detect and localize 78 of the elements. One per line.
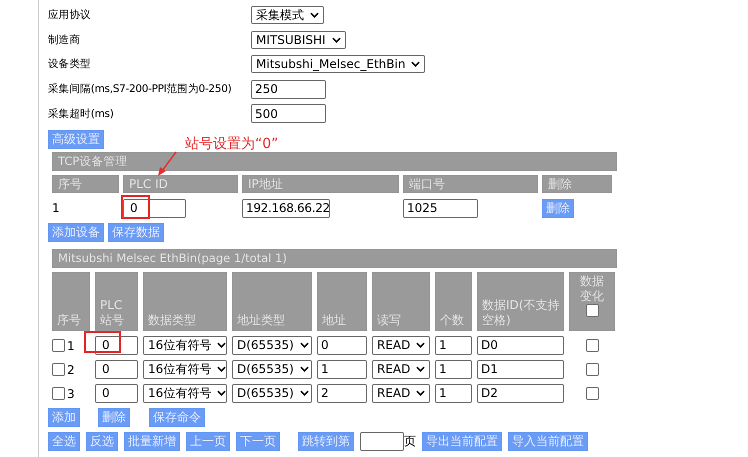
row-index: 1 (67, 340, 75, 352)
column-header: 数据变化 (578, 274, 605, 304)
dropdown[interactable]: D(65535) (232, 360, 312, 379)
column-header: IP地址 (242, 174, 399, 193)
highlight-box (84, 330, 121, 353)
checkbox[interactable] (52, 338, 65, 352)
station-field[interactable]: 0 (95, 384, 138, 403)
caret-icon (332, 36, 341, 43)
row-index: 1 (52, 201, 61, 216)
checkbox[interactable] (586, 386, 598, 400)
panel-header: Mitsubshi Melsec EthBin(page 1/total 1) (52, 248, 617, 268)
row-index: 2 (67, 364, 75, 376)
caret-icon (310, 12, 319, 18)
dropdown[interactable]: Mitsubshi_Melsec_EthBin (251, 55, 426, 74)
caret-icon (416, 390, 426, 396)
page-unit-label: 页 (404, 432, 416, 450)
dropdown[interactable]: D(65535) (232, 336, 312, 355)
field-label: 设备类型 (48, 57, 92, 72)
dropdown[interactable]: READ (372, 360, 430, 379)
column-header: PLC 站号 (100, 298, 125, 328)
dropdown[interactable]: 16位有符号 (143, 336, 227, 355)
caret-icon (217, 342, 226, 348)
count-field[interactable]: 1 (435, 384, 472, 403)
port-field[interactable]: 1025 (403, 198, 478, 218)
column-header: PLC ID (123, 174, 238, 193)
count-field[interactable]: 1 (435, 336, 472, 355)
column-header: 个数 (440, 312, 465, 328)
highlight-box (121, 194, 150, 219)
data-id-field[interactable]: D1 (477, 360, 564, 379)
checkbox[interactable] (52, 386, 65, 400)
count-field[interactable]: 1 (435, 360, 472, 379)
dropdown[interactable]: MITSUBISHI (251, 30, 346, 49)
field-label: 采集超时(ms) (48, 106, 114, 121)
caret-icon (300, 342, 309, 348)
plc-id-field[interactable]: 0 (123, 198, 186, 218)
dropdown[interactable]: 16位有符号 (143, 384, 227, 403)
row-index: 3 (67, 388, 75, 400)
address-field[interactable]: 0 (317, 336, 367, 355)
field-label: 应用协议 (48, 8, 92, 22)
input-field[interactable]: 250 (251, 80, 326, 99)
column-header: 序号 (57, 312, 82, 328)
column-header: 端口号 (403, 174, 538, 193)
dropdown[interactable]: D(65535) (232, 384, 312, 403)
column-header: 地址 (322, 312, 347, 328)
station-field[interactable]: 0 (95, 360, 138, 379)
dropdown[interactable]: 采集模式 (251, 6, 324, 24)
checkbox[interactable] (586, 304, 598, 317)
field-label: 采集间隔(ms,S7-200-PPI范围为0-250) (48, 82, 232, 96)
checkbox[interactable] (52, 362, 65, 376)
column-header: 地址类型 (237, 312, 286, 328)
input-field[interactable]: 500 (251, 104, 326, 124)
ip-address-field[interactable]: 192.168.66.22 (242, 198, 330, 218)
page-number-field[interactable] (360, 432, 404, 451)
dropdown[interactable]: READ (372, 384, 430, 403)
column-header: 数据类型 (148, 312, 197, 328)
data-id-field[interactable]: D2 (477, 384, 564, 403)
caret-icon (300, 366, 309, 372)
caret-icon (411, 61, 420, 68)
checkbox[interactable] (586, 362, 598, 376)
caret-icon (416, 366, 426, 372)
station-field[interactable]: 0 (95, 336, 138, 355)
caret-icon (217, 390, 226, 396)
dropdown[interactable]: 16位有符号 (143, 360, 227, 379)
column-header: 读写 (377, 312, 402, 328)
caret-icon (217, 366, 226, 372)
panel-header: TCP设备管理 (52, 152, 617, 171)
field-label: 制造商 (48, 32, 82, 47)
column-header: 序号 (52, 174, 119, 193)
column-header: 数据ID(不支持空格) (482, 298, 560, 328)
column-header: 删除 (542, 174, 612, 193)
dropdown[interactable]: READ (372, 336, 430, 355)
annotation-text: 站号设置为“0” (185, 134, 278, 153)
caret-icon (300, 390, 309, 396)
checkbox[interactable] (586, 338, 598, 352)
address-field[interactable]: 2 (317, 384, 367, 403)
data-id-field[interactable]: D0 (477, 336, 564, 355)
caret-icon (416, 342, 426, 348)
address-field[interactable]: 1 (317, 360, 367, 379)
